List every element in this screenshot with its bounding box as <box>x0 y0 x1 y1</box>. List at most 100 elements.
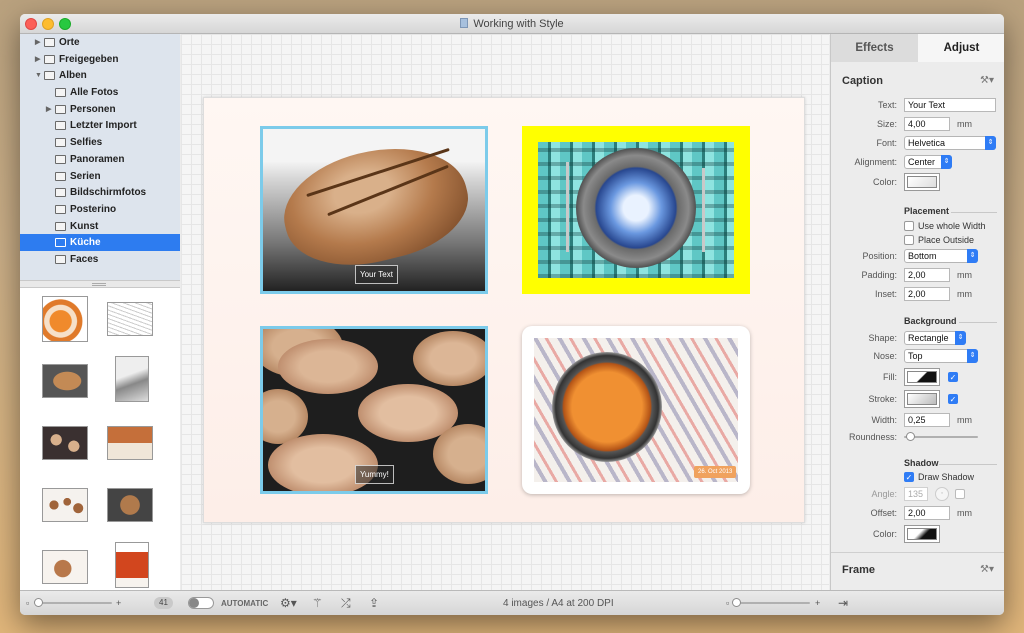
sidebar-item[interactable]: ▶ Freigegeben <box>20 51 180 68</box>
position-label: Position: <box>862 251 897 261</box>
minimize-window-button[interactable] <box>42 18 54 30</box>
thumbnail-size-slider[interactable] <box>36 602 112 604</box>
sidebar-toggle-icon[interactable]: ⇥ <box>838 596 848 610</box>
fill-color-well[interactable] <box>904 368 940 386</box>
roundness-slider-knob[interactable] <box>905 432 915 441</box>
caption-badge[interactable]: Your Text <box>355 265 398 284</box>
use-whole-width-checkbox[interactable] <box>904 221 914 231</box>
color-label: Color: <box>872 177 897 187</box>
zoom-in-icon: + <box>815 598 821 608</box>
shadow-color-well[interactable] <box>904 525 940 543</box>
sidebar-item[interactable]: Alle Fotos <box>20 84 180 101</box>
sidebar-item-label: Kunst <box>70 220 99 232</box>
sidebar-splitter[interactable] <box>20 280 180 288</box>
wrench-icon[interactable]: ⚒▾ <box>980 564 994 575</box>
thumbnail-item[interactable] <box>42 426 88 460</box>
thumbnail-item[interactable] <box>42 296 88 342</box>
sidebar-item-label: Serien <box>70 170 101 182</box>
tab-adjust[interactable]: Adjust <box>918 34 1004 62</box>
thumbnail-item[interactable] <box>107 302 153 336</box>
sidebar: ▶ Orte ▶ Freigegeben ▼ Alben Alle Fotos ▶ Person… <box>20 34 180 590</box>
thumbnail-size-knob[interactable] <box>34 598 43 607</box>
image-frame[interactable]: Yummy! <box>260 326 488 494</box>
image-frame[interactable]: 26. Oct 2013 <box>522 326 750 494</box>
sidebar-item-label: Posterino <box>70 203 117 215</box>
position-value: Bottom <box>908 251 937 261</box>
shape-value: Rectangle <box>908 333 949 343</box>
disclosure-triangle-icon[interactable]: ▶ <box>35 34 40 51</box>
automatic-toggle[interactable] <box>188 597 214 609</box>
disclosure-triangle-icon[interactable]: ▼ <box>35 67 42 84</box>
gear-icon[interactable]: ⚙▾ <box>280 596 297 610</box>
angle-field[interactable]: 135 <box>904 487 928 501</box>
nose-popup[interactable]: Top ⇕ <box>904 349 978 363</box>
caption-text-field[interactable]: Your Text <box>904 98 996 112</box>
sidebar-item[interactable]: ▼ Alben <box>20 67 180 84</box>
image-frame[interactable] <box>522 126 750 294</box>
font-value: Helvetica <box>908 138 946 148</box>
stroke-color-well[interactable] <box>904 390 940 408</box>
sidebar-item[interactable]: Panoramen <box>20 151 180 168</box>
album-icon <box>55 221 66 231</box>
sidebar-item-label: Alle Fotos <box>70 87 119 99</box>
magic-wand-icon[interactable]: ⚚ <box>312 596 323 610</box>
sidebar-item[interactable]: ▶ Orte <box>20 34 180 51</box>
sidebar-item[interactable]: Serien <box>20 168 180 185</box>
bottom-toolbar: ▫ + 41 AUTOMATIC ⚙▾ ⚚ ⤮ ⇪ 4 images / A4 … <box>20 590 1004 615</box>
disclosure-triangle-icon[interactable]: ▶ <box>35 51 40 68</box>
roundness-slider[interactable] <box>904 436 978 438</box>
shuffle-icon[interactable]: ⤮ <box>341 596 351 611</box>
sidebar-item[interactable]: Bildschirmfotos <box>20 184 180 201</box>
angle-dial-icon[interactable]: ◦ <box>935 487 949 501</box>
offset-field[interactable]: 2,00 <box>904 506 950 520</box>
offset-unit: mm <box>957 508 972 518</box>
tab-effects[interactable]: Effects <box>831 34 918 62</box>
sidebar-item[interactable]: Küche <box>20 234 180 251</box>
sidebar-item-label: Panoramen <box>70 153 125 165</box>
stroke-checkbox[interactable]: ✓ <box>948 394 958 404</box>
thumbnail-item[interactable] <box>107 426 153 460</box>
canvas-area: Your Text Yummy! 26. Oct 2013 <box>181 34 829 590</box>
zoom-slider[interactable] <box>736 602 810 604</box>
disclosure-triangle-icon[interactable]: ▶ <box>46 101 51 118</box>
alignment-popup[interactable]: Center ⇕ <box>904 155 952 169</box>
sidebar-item[interactable]: Posterino <box>20 201 180 218</box>
shape-popup[interactable]: Rectangle ⇕ <box>904 331 966 345</box>
padding-field[interactable]: 2,00 <box>904 268 950 282</box>
zoom-window-button[interactable] <box>59 18 71 30</box>
thumbnail-item[interactable] <box>107 488 153 522</box>
stroke-width-field[interactable]: 0,25 <box>904 413 950 427</box>
font-popup[interactable]: Helvetica ⇕ <box>904 136 996 150</box>
close-window-button[interactable] <box>25 18 37 30</box>
sidebar-item[interactable]: Kunst <box>20 218 180 235</box>
sidebar-item[interactable]: Selfies <box>20 134 180 151</box>
share-icon[interactable]: ⇪ <box>369 596 379 610</box>
size-field[interactable]: 4,00 <box>904 117 950 131</box>
place-outside-checkbox[interactable] <box>904 235 914 245</box>
fill-checkbox[interactable]: ✓ <box>948 372 958 382</box>
sidebar-item[interactable]: Faces <box>20 251 180 268</box>
album-icon <box>44 54 55 64</box>
album-icon <box>55 171 66 181</box>
sidebar-item[interactable]: Letzter Import <box>20 117 180 134</box>
caption-badge[interactable]: Yummy! <box>355 465 394 484</box>
thumbnail-item[interactable] <box>115 542 149 588</box>
thumbnail-item[interactable] <box>115 356 149 402</box>
caption-color-well[interactable] <box>904 173 940 191</box>
album-icon <box>55 154 66 164</box>
thumbnail-item[interactable] <box>42 550 88 584</box>
wrench-icon[interactable]: ⚒▾ <box>980 75 994 86</box>
thumbnail-item[interactable] <box>42 364 88 398</box>
position-popup[interactable]: Bottom ⇕ <box>904 249 978 263</box>
draw-shadow-checkbox[interactable]: ✓ <box>904 472 914 482</box>
draw-shadow-label: Draw Shadow <box>918 472 975 482</box>
angle-checkbox[interactable] <box>955 489 965 499</box>
sidebar-item[interactable]: ▶ Personen <box>20 101 180 118</box>
zoom-slider-knob[interactable] <box>732 598 741 607</box>
inset-field[interactable]: 2,00 <box>904 287 950 301</box>
date-caption[interactable]: 26. Oct 2013 <box>694 466 737 478</box>
image-frame[interactable]: Your Text <box>260 126 488 294</box>
thumbnail-item[interactable] <box>42 488 88 522</box>
background-title: Background <box>904 316 957 326</box>
album-source-list: ▶ Orte ▶ Freigegeben ▼ Alben Alle Fotos ▶ Person… <box>20 34 180 280</box>
